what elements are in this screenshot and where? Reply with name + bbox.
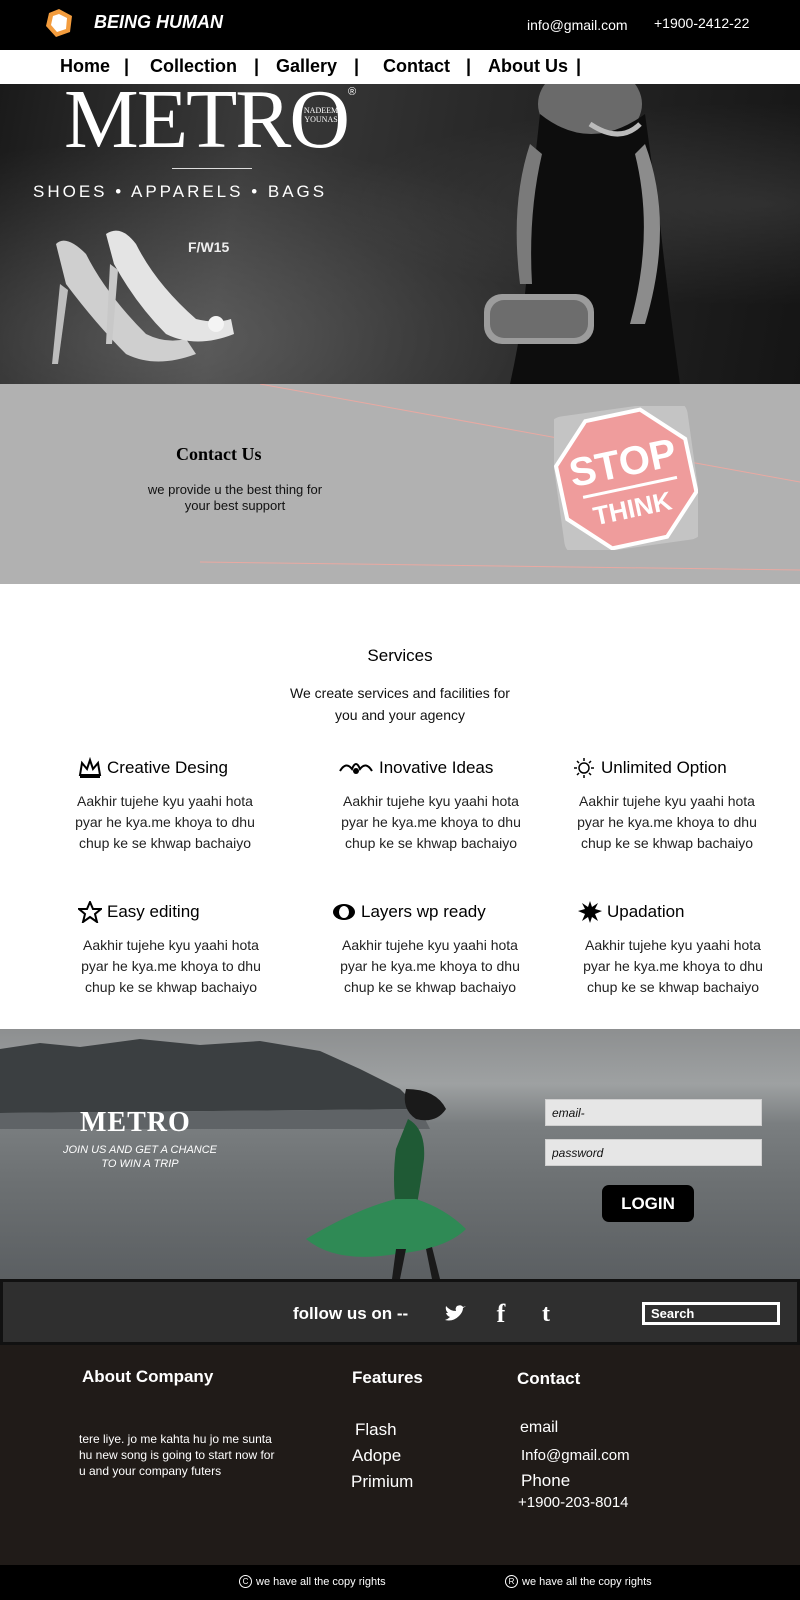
nav-about-us[interactable]: About Us — [488, 56, 568, 77]
service-card: Unlimited Option Aakhir tujehe kyu yaahi… — [572, 757, 792, 854]
header-phone: +1900-2412-22 — [654, 15, 750, 31]
hero-tagline: SHOES • APPARELS • BAGS — [33, 182, 328, 201]
hero-divider — [172, 168, 252, 169]
contact-title: Contact Us — [176, 444, 262, 464]
contact-title-footer: Contact — [517, 1369, 581, 1388]
contact-text: we provide u the best thing for your bes… — [147, 482, 323, 513]
follow-text: follow us on -- — [293, 1304, 409, 1323]
lightbulb-icon — [574, 758, 594, 778]
service-title: Inovative Ideas — [379, 758, 494, 777]
service-title: Easy editing — [107, 902, 200, 921]
login-button[interactable]: LOGIN — [602, 1185, 694, 1222]
footer-email[interactable]: Info@gmail.com — [521, 1447, 630, 1464]
footer: About Company tere liye. jo me kahta hu … — [0, 1345, 800, 1565]
nav-home[interactable]: Home — [60, 56, 110, 77]
hero-banner: METRO ® NADEEM YOUNAS SHOES • APPARELS •… — [0, 84, 800, 384]
copyright-text: we have all the copy rights — [522, 1575, 652, 1588]
service-title: Unlimited Option — [601, 758, 727, 777]
nav-separator: | — [466, 56, 472, 76]
services-title: Services — [367, 646, 433, 665]
feature-link-primium[interactable]: Primium — [351, 1472, 413, 1492]
follow-bar: follow us on -- f t — [0, 1279, 800, 1345]
service-card: Easy editing Aakhir tujehe kyu yaahi hot… — [76, 901, 296, 998]
nav-collection[interactable]: Collection — [150, 56, 237, 77]
top-bar: BEING HUMAN info@gmail.com +1900-2412-22 — [0, 0, 800, 50]
tumblr-icon[interactable]: t — [530, 1298, 562, 1330]
service-text: Aakhir tujehe kyu yaahi hota pyar he kya… — [340, 937, 520, 995]
star-icon — [78, 901, 102, 923]
copyright-icon: C — [239, 1575, 252, 1588]
service-title: Upadation — [607, 902, 685, 921]
nav-separator: | — [254, 56, 260, 76]
registered-icon: R — [505, 1575, 518, 1588]
about-title: About Company — [82, 1367, 214, 1386]
nav-gallery[interactable]: Gallery — [276, 56, 337, 77]
features-title: Features — [352, 1368, 423, 1387]
designer-name: NADEEM YOUNAS — [303, 106, 339, 124]
registered-mark: ® — [348, 86, 357, 98]
service-card: Inovative Ideas Aakhir tujehe kyu yaahi … — [336, 757, 556, 854]
burst-icon — [578, 901, 602, 923]
contact-section: Contact Us we provide u the best thing f… — [0, 384, 800, 584]
header-email[interactable]: info@gmail.com — [527, 17, 628, 33]
password-field[interactable] — [545, 1139, 762, 1166]
service-text: Aakhir tujehe kyu yaahi hota pyar he kya… — [583, 937, 763, 995]
stop-sign-icon: STOP THINK — [554, 406, 698, 550]
facebook-icon[interactable]: f — [485, 1298, 517, 1330]
services-subtitle: We create services and facilities for yo… — [290, 685, 510, 723]
footer-phone: +1900-203-8014 — [518, 1494, 629, 1511]
service-card: Layers wp ready Aakhir tujehe kyu yaahi … — [332, 901, 552, 998]
service-text: Aakhir tujehe kyu yaahi hota pyar he kya… — [75, 793, 255, 851]
service-card: Upadation Aakhir tujehe kyu yaahi hota p… — [578, 901, 798, 998]
copyright-right: R we have all the copy rights — [505, 1575, 652, 1588]
search-input[interactable] — [642, 1302, 780, 1325]
phone-label: Phone — [521, 1471, 571, 1490]
service-card: Creative Desing Aakhir tujehe kyu yaahi … — [70, 757, 290, 854]
dancer-photo — [306, 1089, 466, 1279]
nav-contact[interactable]: Contact — [383, 56, 450, 77]
logo-icon[interactable] — [44, 8, 74, 38]
nav-separator: | — [354, 56, 360, 76]
crown-icon — [78, 757, 102, 778]
service-title: Layers wp ready — [361, 902, 486, 921]
brand-name[interactable]: BEING HUMAN — [94, 12, 223, 33]
nav-separator: | — [124, 56, 130, 76]
service-text: Aakhir tujehe kyu yaahi hota pyar he kya… — [341, 793, 521, 851]
email-field[interactable] — [545, 1099, 762, 1126]
feature-link-flash[interactable]: Flash — [355, 1420, 397, 1440]
service-text: Aakhir tujehe kyu yaahi hota pyar he kya… — [81, 937, 261, 995]
twitter-icon[interactable] — [439, 1298, 471, 1330]
about-text: tere liye. jo me kahta hu jo me sunta hu… — [79, 1432, 275, 1478]
copyright-left: C we have all the copy rights — [239, 1575, 386, 1588]
eye-icon — [333, 904, 355, 920]
service-text: Aakhir tujehe kyu yaahi hota pyar he kya… — [577, 793, 757, 851]
service-title: Creative Desing — [107, 758, 228, 777]
nav-separator: | — [576, 56, 582, 76]
main-nav: Home | Collection | Gallery | Contact | … — [0, 50, 800, 84]
copyright-bar: C we have all the copy rights R we have … — [0, 1565, 800, 1600]
promo-text: JOIN US AND GET A CHANCE TO WIN A TRIP — [62, 1144, 218, 1170]
model-photo — [484, 84, 680, 384]
email-label: email — [520, 1419, 559, 1436]
ornament-icon — [339, 763, 373, 774]
login-section: METRO JOIN US AND GET A CHANCE TO WIN A … — [0, 1029, 800, 1279]
promo-brand: METRO — [80, 1107, 191, 1138]
shoes-photo — [52, 230, 234, 364]
copyright-text: we have all the copy rights — [256, 1575, 386, 1588]
feature-link-adope[interactable]: Adope — [352, 1446, 401, 1466]
